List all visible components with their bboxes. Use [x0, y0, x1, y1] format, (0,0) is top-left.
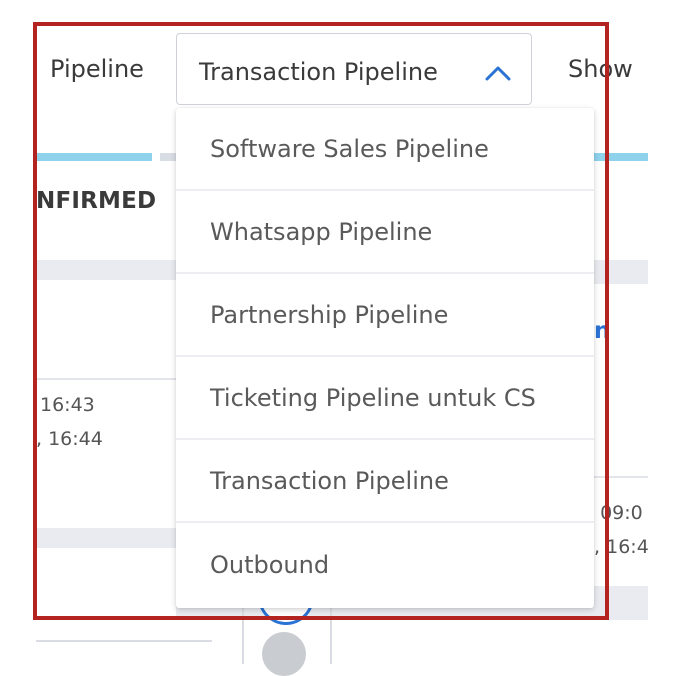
column-separator	[330, 604, 332, 664]
pipeline-option-whatsapp[interactable]: Whatsapp Pipeline	[176, 191, 594, 274]
pipeline-option-transaction[interactable]: Transaction Pipeline	[176, 440, 594, 523]
card-divider	[594, 476, 648, 478]
pipeline-option-outbound[interactable]: Outbound	[176, 523, 594, 606]
pipeline-select[interactable]: Transaction Pipeline	[176, 33, 532, 105]
pipeline-label: Pipeline	[50, 55, 144, 83]
column-separator	[242, 604, 244, 664]
stage-progress-bar-right	[594, 153, 648, 161]
card-title-link[interactable]: n	[594, 318, 610, 344]
card-timestamp: , 16:44	[36, 428, 103, 450]
pipeline-option-ticketing-cs[interactable]: Ticketing Pipeline untuk CS	[176, 357, 594, 440]
stage-progress-bar-gap	[160, 153, 176, 161]
pipeline-select-value: Transaction Pipeline	[199, 58, 438, 86]
divider	[36, 640, 212, 642]
chevron-up-icon[interactable]	[483, 64, 513, 82]
pipeline-option-software-sales[interactable]: Software Sales Pipeline	[176, 108, 594, 191]
show-label: Show	[568, 55, 633, 83]
card-divider	[36, 378, 176, 380]
deal-card-left-next[interactable]	[36, 548, 176, 624]
column-header: NFIRMED	[36, 188, 157, 214]
pipeline-dropdown-menu: Software Sales Pipeline Whatsapp Pipelin…	[176, 108, 594, 608]
stage-progress-bar-left	[36, 153, 152, 161]
card-timestamp: 16:43	[40, 394, 95, 416]
card-timestamp: ., 16:4	[588, 536, 649, 558]
pipeline-option-partnership[interactable]: Partnership Pipeline	[176, 274, 594, 357]
avatar	[262, 632, 306, 676]
card-timestamp: , 09:0	[588, 502, 643, 524]
